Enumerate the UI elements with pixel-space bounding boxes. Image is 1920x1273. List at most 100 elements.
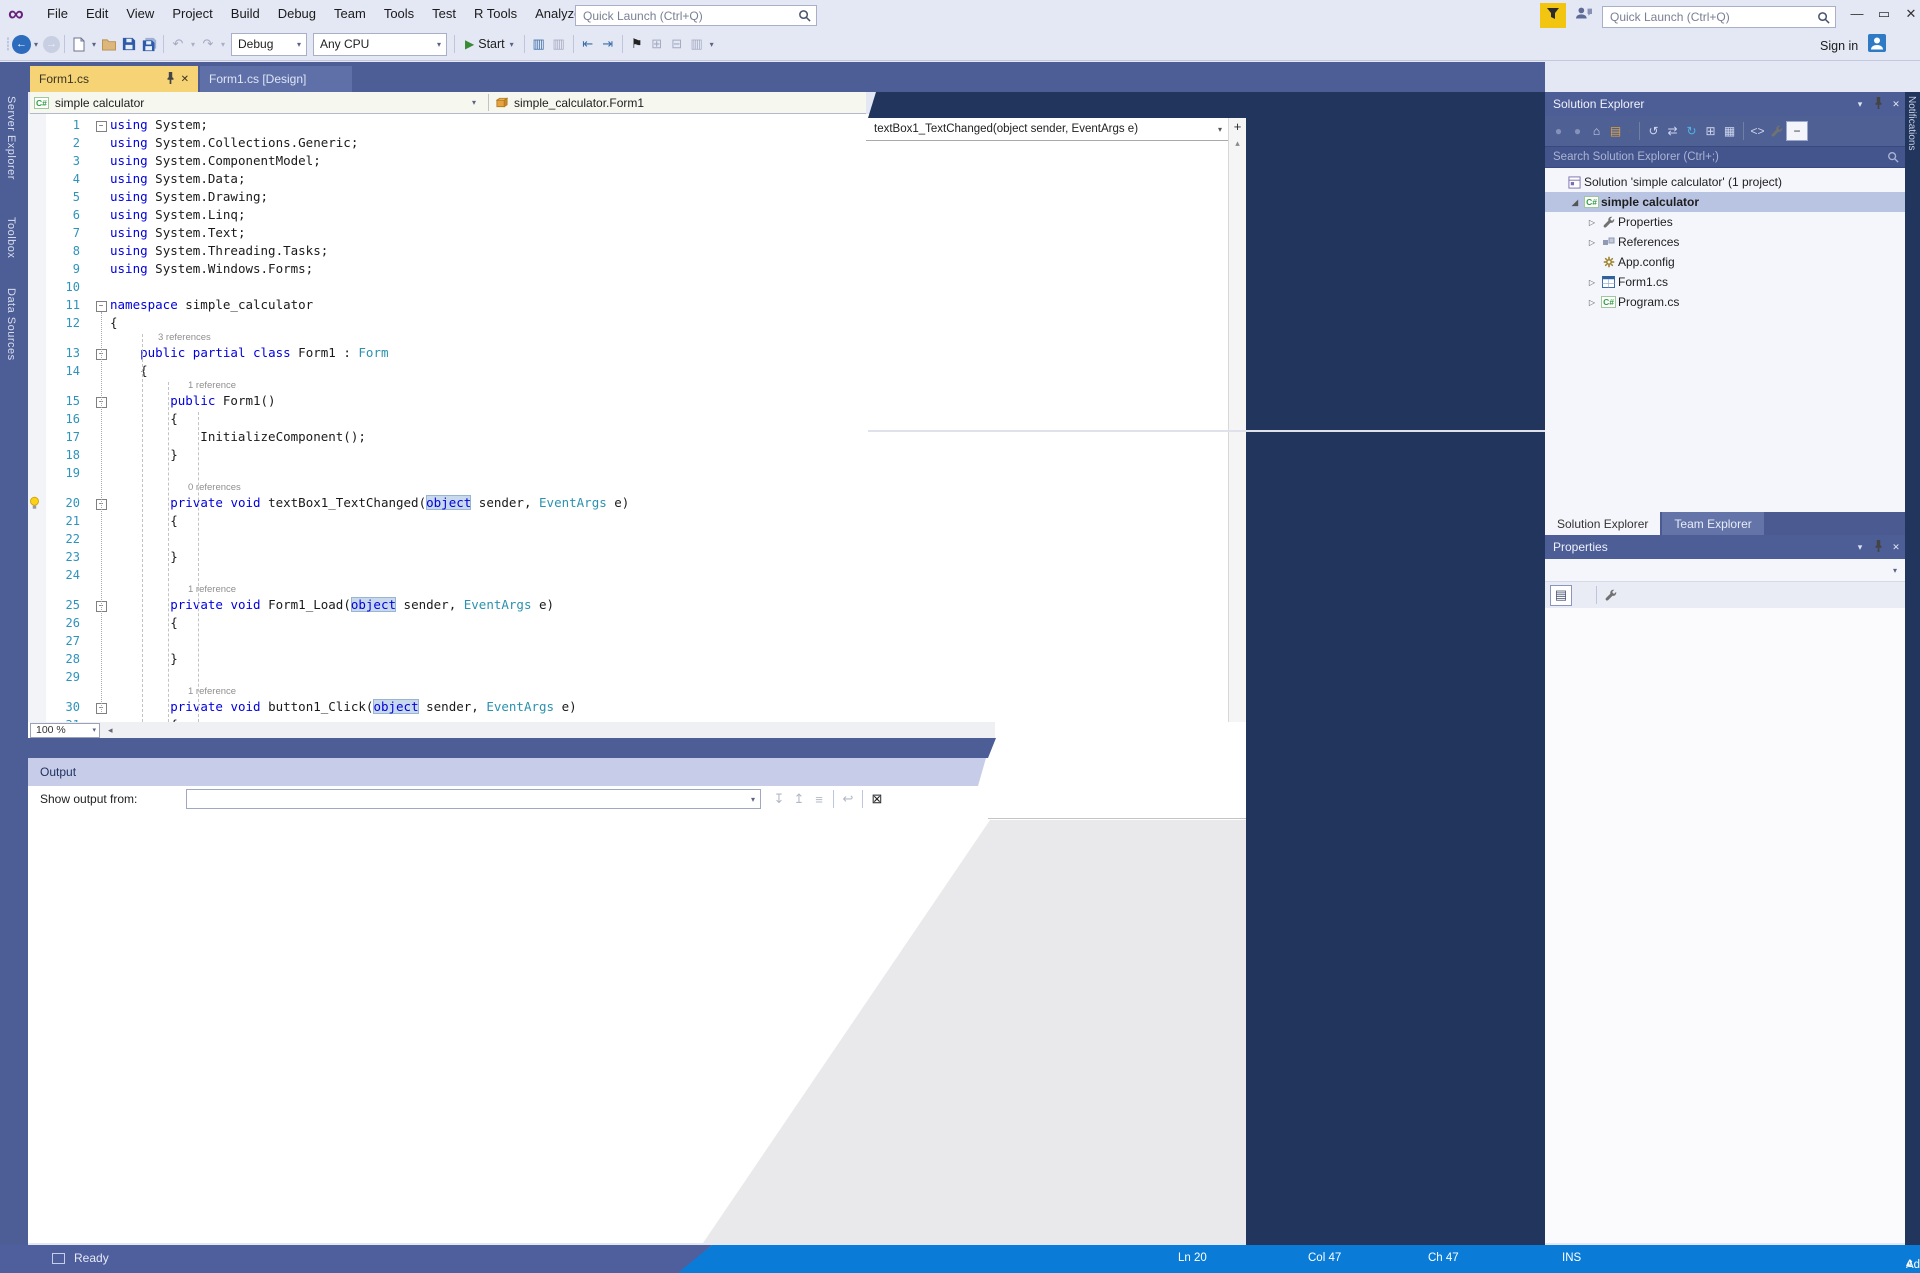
code-line[interactable]: 8using System.Threading.Tasks; bbox=[28, 242, 1218, 260]
gutter-cell[interactable] bbox=[28, 566, 46, 584]
redo-icon[interactable]: ↷ bbox=[198, 34, 218, 54]
properties-object-dropdown[interactable]: ▾ bbox=[1545, 559, 1905, 582]
code-line[interactable]: 28 } bbox=[28, 650, 1218, 668]
codelens-references[interactable]: 1 reference bbox=[188, 686, 236, 698]
menu-edit[interactable]: Edit bbox=[77, 4, 117, 26]
pin-icon[interactable] bbox=[1869, 540, 1887, 554]
menu-tools[interactable]: Tools bbox=[375, 4, 423, 26]
code-line[interactable]: 3using System.ComponentModel; bbox=[28, 152, 1218, 170]
dropdown-icon[interactable]: ▾ bbox=[89, 34, 99, 54]
gutter-cell[interactable] bbox=[28, 614, 46, 632]
gutter-cell[interactable] bbox=[28, 428, 46, 446]
close-icon[interactable]: ✕ bbox=[1887, 542, 1905, 553]
navigate-forward-icon[interactable]: → bbox=[43, 36, 60, 53]
code-line[interactable]: 4using System.Data; bbox=[28, 170, 1218, 188]
gutter-cell[interactable] bbox=[28, 224, 46, 242]
gutter-cell[interactable] bbox=[28, 446, 46, 464]
tree-item-properties[interactable]: ▷Properties bbox=[1545, 212, 1905, 232]
code-line[interactable]: 13− public partial class Form1 : Form bbox=[28, 344, 1218, 362]
gutter-cell[interactable] bbox=[28, 668, 46, 686]
codelens-references[interactable]: 3 references bbox=[158, 332, 211, 344]
code-editor[interactable]: 1−using System;2using System.Collections… bbox=[28, 116, 1218, 734]
codelens-references[interactable]: 0 references bbox=[188, 482, 241, 494]
tree-item-solution-simple-calculator-1-project-[interactable]: Solution 'simple calculator' (1 project) bbox=[1545, 172, 1905, 192]
open-file-icon[interactable] bbox=[99, 34, 119, 54]
tree-item-simple-calculator[interactable]: ◢C#simple calculator bbox=[1545, 192, 1905, 212]
dropdown-icon[interactable]: ▾ bbox=[218, 34, 228, 54]
expander-icon[interactable]: ▷ bbox=[1585, 218, 1599, 227]
show-all-files-icon[interactable]: ▦ bbox=[1720, 121, 1739, 141]
expander-icon[interactable]: ▷ bbox=[1585, 238, 1599, 247]
code-line[interactable]: 25− private void Form1_Load(object sende… bbox=[28, 596, 1218, 614]
code-line[interactable]: 9using System.Windows.Forms; bbox=[28, 260, 1218, 278]
toolbar-icon[interactable]: ▥ bbox=[549, 34, 569, 54]
menu-test[interactable]: Test bbox=[423, 4, 465, 26]
code-line[interactable]: 5using System.Drawing; bbox=[28, 188, 1218, 206]
toolbar-icon[interactable]: ▥ bbox=[529, 34, 549, 54]
filter-flag-button[interactable] bbox=[1540, 3, 1566, 28]
forward-icon[interactable]: ● bbox=[1568, 121, 1587, 141]
alphabetical-icon[interactable] bbox=[1572, 585, 1592, 605]
gutter-cell[interactable] bbox=[28, 188, 46, 206]
home-icon[interactable]: ⌂ bbox=[1587, 121, 1606, 141]
code-line[interactable]: 24 bbox=[28, 566, 1218, 584]
code-line[interactable]: 16 { bbox=[28, 410, 1218, 428]
outlining-cell[interactable]: − bbox=[92, 116, 110, 134]
property-pages-icon[interactable] bbox=[1601, 585, 1621, 605]
nested-view-icon[interactable]: ⊞ bbox=[1701, 121, 1720, 141]
uncomment-icon[interactable]: ⇥ bbox=[598, 34, 618, 54]
sidebar-tab-data-sources[interactable]: Data Sources bbox=[2, 282, 20, 367]
code-line[interactable]: 20− private void textBox1_TextChanged(ob… bbox=[28, 494, 1218, 512]
collapse-region-icon[interactable]: − bbox=[96, 121, 107, 132]
tab-solution-explorer[interactable]: Solution Explorer bbox=[1545, 512, 1660, 535]
user-account-icon[interactable] bbox=[1868, 34, 1886, 57]
menu-debug[interactable]: Debug bbox=[269, 4, 325, 26]
solutions-view-icon[interactable]: ▤ bbox=[1606, 121, 1625, 141]
sidebar-tab-server-explorer[interactable]: Server Explorer bbox=[2, 90, 20, 186]
gutter-cell[interactable] bbox=[28, 410, 46, 428]
gutter-cell[interactable] bbox=[28, 296, 46, 314]
collapse-all-icon[interactable]: − bbox=[1786, 121, 1808, 141]
code-line[interactable]: 21 { bbox=[28, 512, 1218, 530]
gutter-cell[interactable] bbox=[28, 512, 46, 530]
pin-icon[interactable] bbox=[1869, 97, 1887, 111]
view-code-icon[interactable]: <> bbox=[1748, 121, 1767, 141]
back-icon[interactable]: ● bbox=[1549, 121, 1568, 141]
gutter-cell[interactable] bbox=[28, 278, 46, 296]
code-line[interactable]: 11−namespace simple_calculator bbox=[28, 296, 1218, 314]
code-line[interactable]: 14 { bbox=[28, 362, 1218, 380]
code-line[interactable]: 15− public Form1() bbox=[28, 392, 1218, 410]
dropdown-icon[interactable]: ▾ bbox=[188, 34, 198, 54]
menu-team[interactable]: Team bbox=[325, 4, 375, 26]
gutter-cell[interactable] bbox=[28, 494, 46, 512]
categorized-icon[interactable]: ▤ bbox=[1550, 585, 1572, 606]
code-line[interactable]: 19 bbox=[28, 464, 1218, 482]
gutter-cell[interactable] bbox=[28, 242, 46, 260]
code-line[interactable]: 2using System.Collections.Generic; bbox=[28, 134, 1218, 152]
code-line[interactable]: 29 bbox=[28, 668, 1218, 686]
save-icon[interactable] bbox=[119, 34, 139, 54]
chevron-down-icon[interactable]: ▾ bbox=[1851, 542, 1869, 553]
menu-project[interactable]: Project bbox=[163, 4, 221, 26]
menu-build[interactable]: Build bbox=[222, 4, 269, 26]
gutter-cell[interactable] bbox=[28, 260, 46, 278]
sync-with-active-document-icon[interactable]: ⇄ bbox=[1663, 121, 1682, 141]
maximize-button[interactable]: ▭ bbox=[1872, 4, 1896, 24]
gutter-cell[interactable] bbox=[28, 548, 46, 566]
notifications-tab[interactable]: Notifications bbox=[1905, 92, 1920, 1245]
toolbar-icon[interactable]: ⊞ bbox=[647, 34, 667, 54]
sign-in-link[interactable]: Sign in bbox=[1820, 39, 1858, 53]
tab-form1-cs-design[interactable]: Form1.cs [Design] bbox=[200, 66, 352, 92]
gutter-cell[interactable] bbox=[28, 206, 46, 224]
gutter-cell[interactable] bbox=[28, 530, 46, 548]
output-source-dropdown[interactable]: ▾ bbox=[186, 789, 761, 809]
zoom-dropdown[interactable]: 100 % ▾ bbox=[30, 723, 100, 738]
output-toolbar-icon[interactable]: ↧ bbox=[769, 789, 789, 809]
code-line[interactable]: 12{ bbox=[28, 314, 1218, 332]
output-toolbar-icon[interactable]: ↥ bbox=[789, 789, 809, 809]
gutter-cell[interactable] bbox=[28, 344, 46, 362]
gutter-cell[interactable] bbox=[28, 362, 46, 380]
gutter-cell[interactable] bbox=[28, 152, 46, 170]
dropdown-icon[interactable]: ▾ bbox=[1625, 121, 1635, 141]
gutter-cell[interactable] bbox=[28, 170, 46, 188]
